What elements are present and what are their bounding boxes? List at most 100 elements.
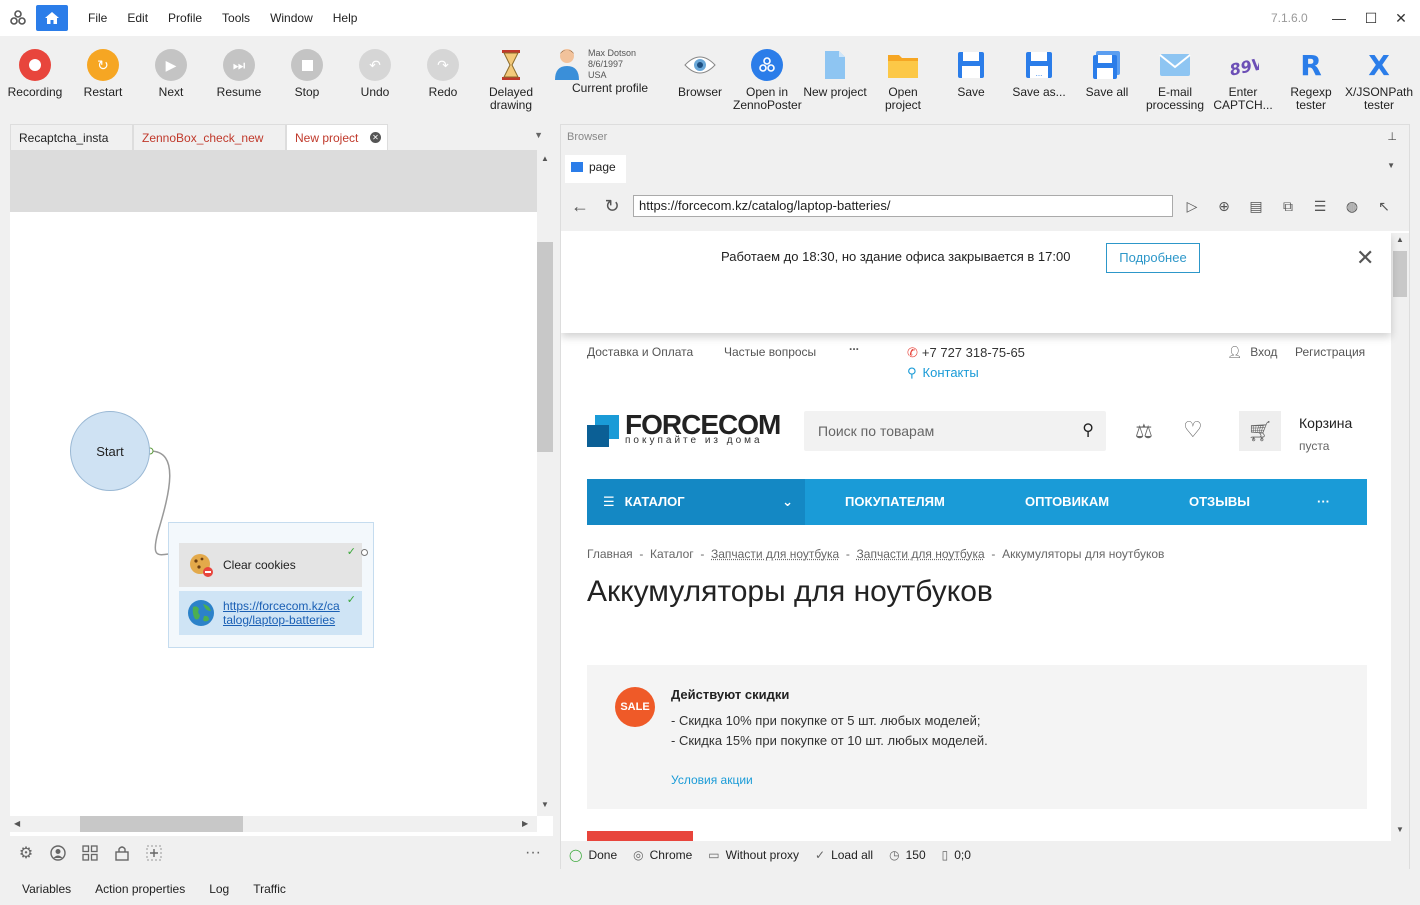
webpage-view[interactable]: Работаем до 18:30, но здание офиса закры… <box>561 233 1409 841</box>
phone-link[interactable]: ✆ +7 727 318-75-65 <box>907 345 1025 361</box>
menu-file[interactable]: File <box>78 0 117 36</box>
catalog-menu[interactable]: ☰ КАТАЛОГ ⌄ <box>587 479 805 525</box>
scroll-up-icon[interactable]: ▲ <box>541 154 549 163</box>
url-line-2[interactable]: talog/laptop-batteries <box>223 613 340 627</box>
minimize-button[interactable]: — <box>1324 0 1354 36</box>
new-project-button[interactable]: New project <box>801 48 869 99</box>
lock-icon[interactable] <box>106 837 138 869</box>
scroll-right-icon[interactable]: ▶ <box>522 819 528 828</box>
crumb-parts-1[interactable]: Запчасти для ноутбука <box>711 547 839 561</box>
heart-icon[interactable]: ♡ <box>1183 417 1203 443</box>
tab-recaptcha-insta[interactable]: Recaptcha_insta <box>10 124 133 150</box>
save-all-button[interactable]: Save all <box>1073 48 1141 99</box>
tabs-dropdown-icon[interactable]: ▼ <box>534 130 543 140</box>
recording-button[interactable]: Recording <box>1 48 69 99</box>
nav-reviews[interactable]: ОТЗЫВЫ <box>1189 479 1250 525</box>
product-search-input[interactable]: Поиск по товарам ⚲ <box>804 411 1106 451</box>
page-source-button[interactable]: ▤ <box>1245 195 1267 217</box>
add-block-icon[interactable] <box>138 837 170 869</box>
crumb-parts-2[interactable]: Запчасти для ноутбука <box>857 547 985 561</box>
maximize-button[interactable]: ☐ <box>1356 0 1386 36</box>
menu-help[interactable]: Help <box>323 0 368 36</box>
next-button[interactable]: ▶ Next <box>137 48 205 99</box>
menu-edit[interactable]: Edit <box>117 0 158 36</box>
undo-button[interactable]: ↶ Undo <box>341 48 409 99</box>
navigate-url-action[interactable]: https://forcecom.kz/ca talog/laptop-batt… <box>179 591 362 635</box>
user-icon[interactable] <box>42 837 74 869</box>
scroll-left-icon[interactable]: ◀ <box>14 819 20 828</box>
email-processing-button[interactable]: E-mail processing <box>1141 48 1209 112</box>
status-engine[interactable]: ◎ Chrome <box>625 848 700 862</box>
menu-window[interactable]: Window <box>260 0 323 36</box>
url-line-1[interactable]: https://forcecom.kz/ca <box>223 599 340 613</box>
webpage-scrollbar[interactable]: ▲ ▼ <box>1391 233 1409 841</box>
status-proxy[interactable]: ▭ Without proxy <box>700 848 807 862</box>
crumb-home[interactable]: Главная <box>587 547 633 561</box>
browser-tab-page[interactable]: page <box>565 155 626 183</box>
nav-faq-link[interactable]: Частые вопросы <box>724 345 816 359</box>
cookie-manager-button[interactable]: ◍ <box>1341 195 1363 217</box>
add-action-button[interactable]: ⊕ <box>1213 195 1235 217</box>
vertical-scroll-thumb[interactable] <box>537 242 553 452</box>
tab-log[interactable]: Log <box>197 878 241 900</box>
browser-tabs-dropdown-icon[interactable]: ▼ <box>1387 161 1395 170</box>
tab-zennobox-check-new[interactable]: ZennoBox_check_new <box>133 124 286 150</box>
nav-buyers[interactable]: ПОКУПАТЕЛЯМ <box>845 479 945 525</box>
current-profile-button[interactable]: Max Dotson 8/6/1997 USA Current profile <box>552 46 672 95</box>
nav-wholesale[interactable]: ОПТОВИКАМ <box>1025 479 1109 525</box>
address-bar[interactable]: https://forcecom.kz/catalog/laptop-batte… <box>633 195 1173 217</box>
redo-button[interactable]: ↷ Redo <box>409 48 477 99</box>
save-button[interactable]: Save <box>937 48 1005 99</box>
contacts-link[interactable]: ⚲ Контакты <box>907 365 979 381</box>
browser-button[interactable]: Browser <box>666 48 734 99</box>
enter-captcha-button[interactable]: 89V Enter CAPTCH... <box>1209 48 1277 112</box>
compare-icon[interactable]: ⚖ <box>1135 419 1153 444</box>
close-tab-icon[interactable]: ✕ <box>370 132 381 143</box>
back-button[interactable]: ← <box>569 195 591 217</box>
nav-delivery-link[interactable]: Доставка и Оплата <box>587 345 693 359</box>
crumb-catalog[interactable]: Каталог <box>650 547 694 561</box>
scroll-down-icon[interactable]: ▼ <box>541 800 549 809</box>
menu-tools[interactable]: Tools <box>212 0 260 36</box>
more-options-icon[interactable]: ··· <box>517 837 549 869</box>
start-node[interactable]: Start <box>70 411 150 491</box>
notice-close-icon[interactable]: ✕ <box>1356 245 1374 271</box>
pointer-button[interactable]: ↖ <box>1373 195 1395 217</box>
output-port-icon[interactable] <box>361 549 368 556</box>
status-timeout[interactable]: ◷ 150 <box>881 848 934 862</box>
nav-more[interactable]: ··· <box>1317 479 1330 525</box>
horizontal-scroll-thumb[interactable] <box>80 816 243 832</box>
sale-conditions-link[interactable]: Условия акции <box>671 773 753 787</box>
canvas-horizontal-scrollbar[interactable]: ◀ ▶ <box>10 816 537 832</box>
resume-button[interactable]: ⏭ Resume <box>205 48 273 99</box>
open-in-zennoposter-button[interactable]: Open in ZennoPoster <box>733 48 802 112</box>
menu-profile[interactable]: Profile <box>158 0 212 36</box>
action-group[interactable]: Clear cookies ✓ https://forcecom.kz/ca t… <box>168 522 374 648</box>
web-scroll-down-icon[interactable]: ▼ <box>1396 825 1404 834</box>
save-as-button[interactable]: ... Save as... <box>1005 48 1073 99</box>
web-scroll-up-icon[interactable]: ▲ <box>1396 235 1404 244</box>
dom-tree-button[interactable]: ☰ <box>1309 195 1331 217</box>
tab-traffic[interactable]: Traffic <box>241 878 298 900</box>
canvas-vertical-scrollbar[interactable]: ▲ ▼ <box>537 150 553 816</box>
status-load[interactable]: ✓ Load all <box>807 848 881 862</box>
home-button[interactable] <box>36 5 68 31</box>
reload-button[interactable]: ↻ <box>601 195 623 217</box>
register-link[interactable]: Регистрация <box>1295 345 1365 359</box>
grid-icon[interactable] <box>74 837 106 869</box>
notice-details-button[interactable]: Подробнее <box>1106 243 1200 273</box>
delayed-drawing-button[interactable]: Delayed drawing <box>477 48 545 112</box>
screenshot-button[interactable]: ⧉ <box>1277 195 1299 217</box>
close-window-button[interactable]: ✕ <box>1386 0 1416 36</box>
go-button[interactable]: ▷ <box>1181 195 1203 217</box>
tab-action-properties[interactable]: Action properties <box>83 878 197 900</box>
nav-more-link[interactable]: ... <box>849 339 859 353</box>
cart-button[interactable]: 🛒︎ <box>1239 411 1281 451</box>
stop-button[interactable]: Stop <box>273 48 341 99</box>
restart-button[interactable]: ↻ Restart <box>69 48 137 99</box>
web-scroll-thumb[interactable] <box>1393 251 1407 297</box>
search-icon[interactable]: ⚲ <box>1082 411 1094 451</box>
gear-icon[interactable]: ⚙ <box>10 837 42 869</box>
login-link[interactable]: 👤︎ Вход <box>1227 345 1277 359</box>
pin-icon[interactable]: ⊥ <box>1387 125 1397 149</box>
